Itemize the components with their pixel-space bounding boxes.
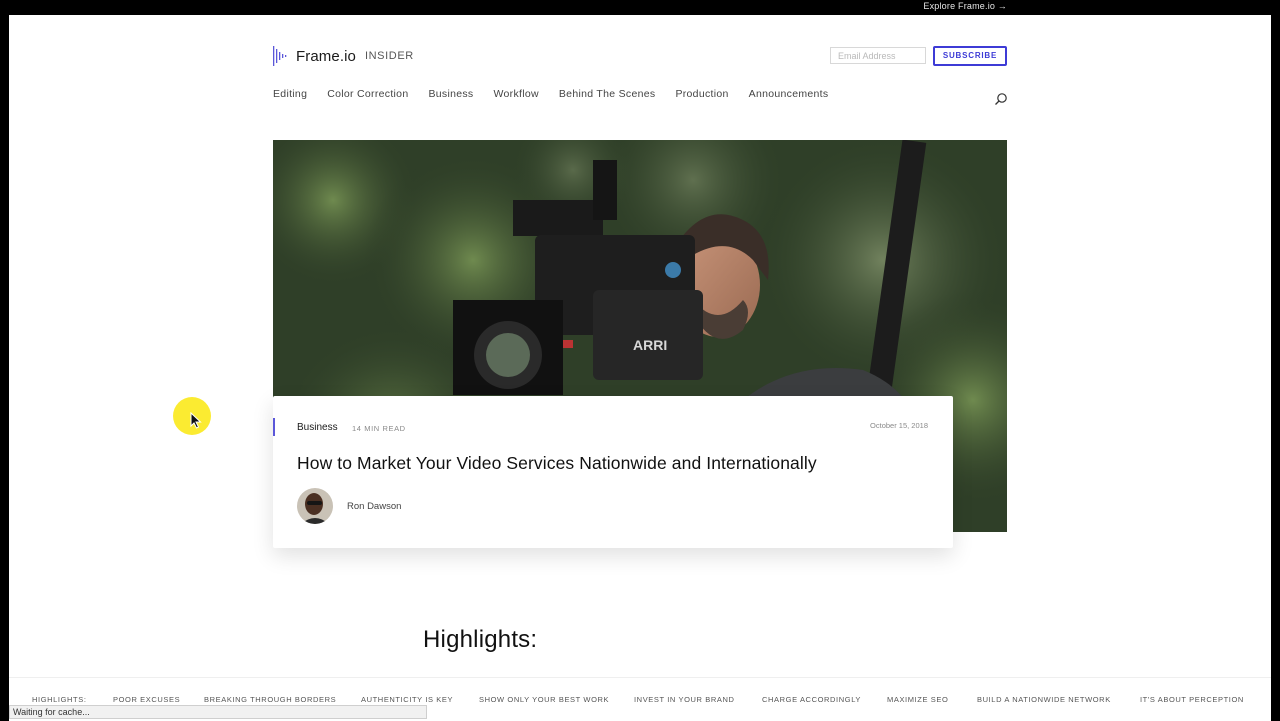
brand-subtitle: INSIDER [364,50,414,62]
browser-status-bar: Waiting for cache... [9,705,427,719]
article-card[interactable]: Business 14 MIN READ October 15, 2018 Ho… [273,396,953,548]
nav-item-behind-the-scenes[interactable]: Behind The Scenes [559,88,656,102]
nav-item-color-correction[interactable]: Color Correction [327,88,408,102]
read-time: 14 MIN READ [352,424,406,433]
frameio-logo-icon [273,46,289,66]
subscribe-button[interactable]: SUBSCRIBE [933,46,1007,66]
highlight-link-build-a-nationwide-network[interactable]: BUILD A NATIONWIDE NETWORK [977,695,1111,704]
article-title[interactable]: How to Market Your Video Services Nation… [297,453,817,474]
mouse-pointer-icon [190,411,202,429]
highlight-link-its-about-perception[interactable]: IT'S ABOUT PERCEPTION [1140,695,1244,704]
category-nav: Editing Color Correction Business Workfl… [273,88,848,102]
highlight-link-maximize-seo[interactable]: MAXIMIZE SEO [887,695,948,704]
highlight-link-poor-excuses[interactable]: POOR EXCUSES [113,695,180,704]
article-category[interactable]: Business [297,422,338,433]
publish-date: October 15, 2018 [870,421,928,430]
nav-item-workflow[interactable]: Workflow [493,88,538,102]
search-icon[interactable] [994,92,1008,106]
highlight-link-show-only-your-best-work[interactable]: SHOW ONLY YOUR BEST WORK [479,695,609,704]
category-accent [273,418,275,436]
author-avatar[interactable] [297,488,333,524]
highlights-heading: Highlights: [423,626,538,653]
highlight-link-authenticity-is-key[interactable]: AUTHENTICITY IS KEY [361,695,453,704]
svg-text:ARRI: ARRI [633,337,667,353]
top-bar: Explore Frame.io → [0,0,1280,15]
highlight-link-charge-accordingly[interactable]: CHARGE ACCORDINGLY [762,695,861,704]
nav-item-announcements[interactable]: Announcements [749,88,829,102]
nav-item-production[interactable]: Production [675,88,728,102]
explore-frameio-link[interactable]: Explore Frame.io → [923,0,1007,12]
nav-item-editing[interactable]: Editing [273,88,307,102]
highlight-link-breaking-through-borders[interactable]: BREAKING THROUGH BORDERS [204,695,336,704]
page: Frame.io INSIDER SUBSCRIBE Editing Color… [9,15,1271,720]
highlights-bar-label: HIGHLIGHTS: [32,695,87,704]
highlight-link-invest-in-your-brand[interactable]: INVEST IN YOUR BRAND [634,695,735,704]
nav-item-business[interactable]: Business [428,88,473,102]
brand-name: Frame.io [296,47,356,65]
email-field[interactable] [830,47,926,64]
site-logo[interactable]: Frame.io INSIDER [273,46,414,66]
author-name[interactable]: Ron Dawson [347,501,401,512]
